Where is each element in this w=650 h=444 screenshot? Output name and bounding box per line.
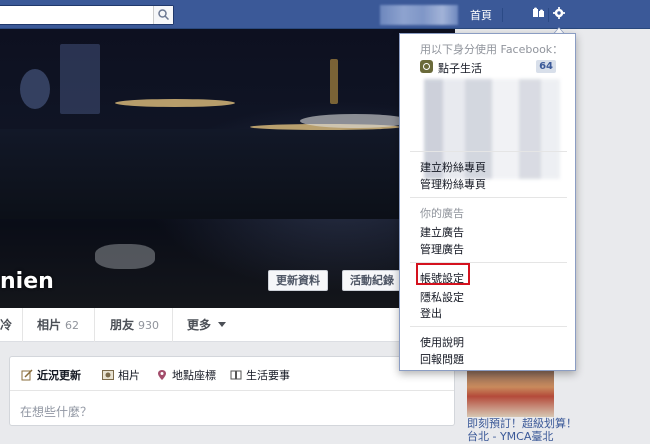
status-input[interactable]: 在想些什麼？ — [20, 403, 92, 420]
status-composer: 近況更新 相片 地點座標 生活要事 在想些什麼？ — [9, 356, 455, 426]
composer-tab-photo[interactable]: 相片 — [102, 367, 140, 383]
menu-divider — [410, 326, 567, 327]
log-out-item[interactable]: 登出 — [420, 305, 442, 321]
create-page-item[interactable]: 建立粉絲專頁 — [420, 159, 486, 175]
pencil-icon — [21, 369, 33, 381]
tab-count: 930 — [138, 319, 160, 332]
tab-divider — [94, 308, 95, 342]
composer-tab-label: 相片 — [118, 369, 140, 382]
tab-divider — [172, 308, 173, 342]
location-pin-icon — [158, 370, 166, 380]
privacy-settings-item[interactable]: 隱私設定 — [420, 289, 464, 305]
search-button[interactable] — [153, 6, 173, 24]
composer-tab-label: 近況更新 — [37, 369, 81, 382]
composer-tab-label: 生活要事 — [246, 369, 290, 382]
photo-icon — [102, 370, 114, 380]
report-problem-item[interactable]: 回報問題 — [420, 351, 464, 367]
annotation-highlight-box — [416, 263, 470, 285]
page-avatar-icon — [420, 60, 433, 73]
composer-tab-status[interactable]: 近況更新 — [21, 367, 81, 383]
search-input[interactable] — [0, 5, 174, 25]
menu-divider — [410, 197, 567, 198]
nav-divider — [548, 8, 549, 22]
activity-log-button[interactable]: 活動紀錄 — [342, 270, 402, 291]
tab-partial[interactable]: 冷 — [0, 308, 12, 342]
cover-water — [0, 129, 455, 219]
top-bar: 首頁 — [0, 0, 650, 29]
settings-gear-icon[interactable] — [553, 6, 565, 20]
use-as-heading: 用以下身分使用 Facebook： — [420, 43, 564, 56]
search-icon — [158, 9, 169, 20]
help-item[interactable]: 使用說明 — [420, 334, 464, 350]
cover-building — [20, 69, 50, 109]
nav-divider — [502, 8, 503, 22]
chevron-down-icon — [218, 322, 227, 327]
page-switch-item[interactable]: 點子生活 64 — [420, 59, 556, 75]
friend-requests-icon[interactable] — [532, 6, 546, 20]
composer-tab-life-event[interactable]: 生活要事 — [230, 367, 290, 383]
tab-count: 62 — [65, 319, 80, 332]
manage-pages-item[interactable]: 管理粉絲專頁 — [420, 176, 486, 192]
menu-divider — [410, 151, 567, 152]
profile-tabs: 冷 相片 62 朋友 930 更多 — [0, 308, 455, 342]
tab-divider — [22, 308, 23, 342]
cover-building — [60, 44, 100, 114]
composer-tab-place[interactable]: 地點座標 — [156, 367, 216, 383]
tab-more[interactable]: 更多 — [187, 308, 227, 342]
cover-tower — [330, 59, 338, 104]
profile-link-blurred[interactable] — [380, 5, 458, 25]
page-name: 點子生活 — [438, 62, 482, 75]
cover-dome — [95, 244, 155, 269]
profile-name[interactable]: nien — [0, 269, 54, 294]
cover-lights — [115, 99, 235, 107]
settings-dropdown-menu: 用以下身分使用 Facebook： 點子生活 64 建立粉絲專頁 管理粉絲專頁 … — [399, 33, 576, 371]
notification-badge: 64 — [536, 60, 556, 73]
ad-image[interactable] — [467, 371, 554, 417]
update-info-button[interactable]: 更新資料 — [268, 270, 328, 291]
manage-ads-item[interactable]: 管理廣告 — [420, 241, 464, 257]
tab-photos[interactable]: 相片 62 — [37, 308, 79, 342]
book-icon — [230, 370, 242, 380]
tab-label: 冷 — [0, 318, 13, 332]
tab-label: 相片 — [37, 318, 62, 332]
create-ads-item[interactable]: 建立廣告 — [420, 224, 464, 240]
composer-tab-label: 地點座標 — [172, 369, 216, 382]
composer-tabs: 近況更新 相片 地點座標 生活要事 — [10, 357, 454, 391]
home-link[interactable]: 首頁 — [470, 7, 492, 23]
cover-photo: nien 更新資料 活動紀錄 — [0, 29, 455, 308]
tab-label: 朋友 — [110, 318, 135, 332]
tab-label: 更多 — [187, 318, 212, 332]
ad-title[interactable]: 即刻預訂！超級划算！台北 - YMCA臺北 — [467, 417, 577, 443]
cover-structure — [300, 114, 410, 128]
ads-heading: 你的廣告 — [420, 207, 464, 220]
tab-friends[interactable]: 朋友 930 — [110, 308, 159, 342]
